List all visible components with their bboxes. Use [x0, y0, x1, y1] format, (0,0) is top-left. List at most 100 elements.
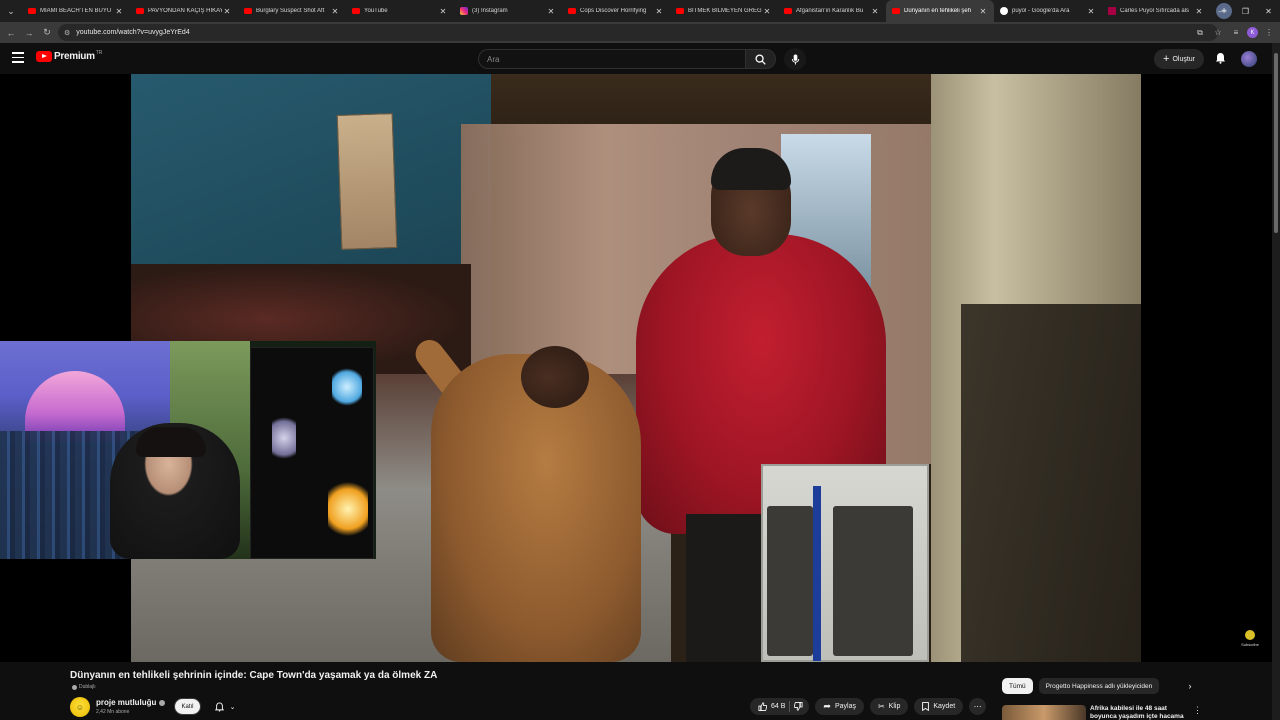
notifications-bell-icon[interactable] — [1213, 51, 1227, 65]
browser-profile-avatar[interactable]: K — [1247, 27, 1258, 38]
youtube-favicon-icon — [136, 8, 144, 14]
tab-close-icon[interactable]: ✕ — [114, 7, 124, 16]
tab-close-icon[interactable]: ✕ — [546, 7, 556, 16]
save-button[interactable]: Kaydet — [914, 698, 964, 715]
browser-tab[interactable]: (3) Instagram ✕ — [454, 0, 562, 22]
like-dislike-group: 64 B — [750, 698, 810, 715]
recommendation-title[interactable]: Afrika kabilesi ile 48 saat boyunca yaşa… — [1090, 705, 1188, 720]
video-title: Dünyanın en tehlikeli şehrinin içinde: C… — [70, 670, 438, 681]
chevron-down-icon: ⌄ — [229, 703, 236, 711]
youtube-favicon-icon — [784, 8, 792, 14]
tab-close-icon[interactable]: ✕ — [1194, 7, 1204, 16]
browser-tab[interactable]: Carles Puyol Sıfırcada als ✕ — [1102, 0, 1210, 22]
install-app-icon[interactable]: ⧉ — [1193, 24, 1207, 41]
recommendation-thumbnail[interactable] — [1002, 705, 1086, 720]
more-actions-icon[interactable]: ⋯ — [969, 698, 987, 715]
channel-avatar[interactable]: ☺ — [70, 697, 90, 717]
tab-label: MIAMI BEACH'TEN BÜYÜ — [40, 8, 112, 14]
like-button[interactable]: 64 B — [758, 702, 785, 711]
search-input[interactable]: Ara — [478, 49, 746, 69]
browser-tab[interactable]: Burglary Suspect Shot Aft ✕ — [238, 0, 346, 22]
filter-chip[interactable]: Tümü — [1002, 678, 1033, 694]
close-window-icon[interactable]: ✕ — [1257, 0, 1280, 22]
subscribe-watermark[interactable]: Subscribe — [1238, 630, 1262, 647]
browser-tab[interactable]: Cops Discover Horrifying ✕ — [562, 0, 670, 22]
browser-tab[interactable]: YouTube ✕ — [346, 0, 454, 22]
browser-menu-icon[interactable]: ⋮ — [1262, 24, 1276, 41]
youtube-favicon-icon — [352, 8, 360, 14]
channel-name[interactable]: proje mutluluğu — [96, 698, 166, 707]
tab-close-icon[interactable]: ✕ — [1086, 7, 1096, 16]
youtube-favicon-icon — [28, 8, 36, 14]
site-info-icon[interactable]: ⚙ — [64, 29, 70, 37]
join-button[interactable]: Katıl — [174, 698, 201, 715]
youtube-favicon-icon — [892, 8, 900, 14]
subscription-bell-button[interactable]: ⌄ — [208, 698, 242, 715]
browser-tab[interactable]: Dünyanın en tehlikeli şeh ✕ — [886, 0, 994, 22]
voice-search-button[interactable] — [784, 48, 806, 70]
scissors-icon: ✂ — [877, 702, 885, 711]
tab-close-icon[interactable]: ✕ — [870, 7, 880, 16]
dubbed-badge: Dublajlı — [72, 684, 96, 690]
youtube-favicon-icon — [676, 8, 684, 14]
browser-tab[interactable]: puyol - Google'da Ara ✕ — [994, 0, 1102, 22]
browser-tab[interactable]: MIAMI BEACH'TEN BÜYÜ ✕ — [22, 0, 130, 22]
tab-label: (3) Instagram — [472, 8, 508, 14]
thumbs-down-icon — [794, 702, 803, 711]
microphone-icon — [791, 53, 799, 65]
scrollbar-thumb[interactable] — [1274, 53, 1278, 233]
verified-icon — [159, 699, 166, 706]
chevron-right-icon[interactable]: › — [1182, 678, 1198, 694]
tab-label: PAVYONDAN KAÇIŞ HİKAYE — [148, 8, 222, 14]
like-divider — [789, 701, 791, 712]
logo-text: Premium — [54, 51, 95, 62]
minimize-icon[interactable]: — — [1211, 0, 1234, 22]
reload-icon[interactable]: ↻ — [38, 24, 56, 42]
space-heater — [761, 464, 929, 662]
create-label: Oluştur — [1172, 55, 1195, 63]
youtube-premium-logo[interactable]: Premium TR — [36, 50, 102, 62]
browser-tab[interactable]: Afganistan'ın Karanlık Bu ✕ — [778, 0, 886, 22]
tab-close-icon[interactable]: ✕ — [330, 7, 340, 16]
back-icon[interactable]: ← — [2, 24, 20, 42]
tab-label: Afganistan'ın Karanlık Bu — [796, 8, 864, 14]
tab-label: puyol - Google'da Ara — [1012, 8, 1070, 14]
tab-close-icon[interactable]: ✕ — [654, 7, 664, 16]
like-count: 64 B — [771, 703, 786, 710]
clip-button[interactable]: ✂ Klip — [869, 698, 909, 715]
tab-close-icon[interactable]: ✕ — [978, 7, 988, 16]
wall-calendar — [336, 113, 398, 250]
omnibox[interactable]: ⚙ youtube.com/watch?v=uvygJeYrEd4 — [58, 24, 1218, 41]
search-icon — [755, 53, 766, 65]
bookmark-star-icon[interactable]: ☆ — [1211, 24, 1225, 41]
tab-close-icon[interactable]: ✕ — [762, 7, 772, 16]
bookmark-icon — [922, 702, 930, 711]
share-arrow-icon: ➦ — [823, 701, 831, 711]
tab-close-icon[interactable]: ✕ — [222, 7, 232, 16]
tab-label: Dünyanın en tehlikeli şeh — [904, 8, 972, 14]
google-favicon-icon — [1000, 7, 1008, 15]
browser-tab[interactable]: PAVYONDAN KAÇIŞ HİKAYE ✕ — [130, 0, 238, 22]
youtube-favicon-icon — [244, 8, 252, 14]
page-scrollbar[interactable] — [1272, 43, 1280, 720]
tab-search-chevron-icon[interactable]: ⌄ — [0, 0, 22, 22]
tab-manager-icon[interactable]: ≡ — [1229, 24, 1243, 41]
search-button[interactable] — [746, 49, 776, 69]
share-button[interactable]: ➦ Paylaş — [815, 698, 864, 715]
forward-icon[interactable]: → — [20, 24, 38, 42]
tab-close-icon[interactable]: ✕ — [438, 7, 448, 16]
maximize-icon[interactable]: ❐ — [1234, 0, 1257, 22]
dislike-button[interactable] — [794, 702, 803, 711]
create-button[interactable]: + Oluştur — [1154, 49, 1204, 69]
fcb-favicon-icon — [1108, 7, 1116, 15]
guide-menu-icon[interactable] — [12, 52, 24, 64]
plus-icon: + — [1163, 53, 1170, 65]
filter-chips: Tümü Progetto Happiness adlı yükleyiciden — [1002, 678, 1160, 694]
filter-chip[interactable]: Progetto Happiness adlı yükleyiciden — [1038, 678, 1160, 694]
account-avatar[interactable] — [1241, 51, 1257, 67]
browser-tab[interactable]: BİTMEK BİLMEYEN GREG ✕ — [670, 0, 778, 22]
dub-audio-icon — [72, 684, 77, 690]
tab-label: Cops Discover Horrifying — [580, 8, 647, 14]
recommendation-menu-icon[interactable]: ⋮ — [1193, 705, 1202, 716]
thumbs-up-icon — [758, 702, 767, 711]
